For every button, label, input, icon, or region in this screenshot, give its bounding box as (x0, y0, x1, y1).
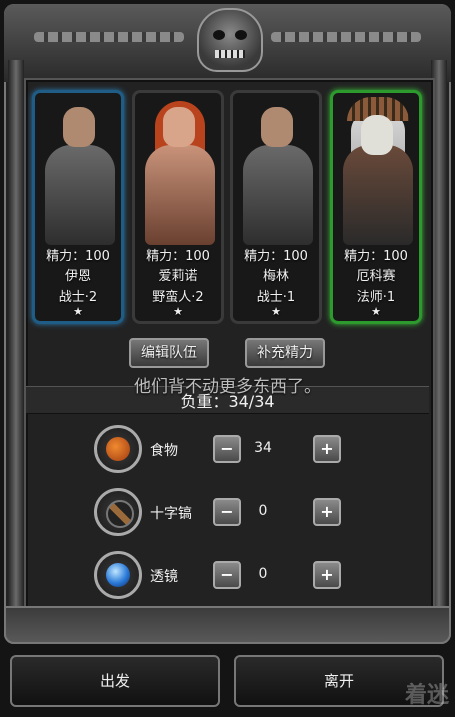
hero-name: 爱莉诺 (158, 269, 198, 284)
star-icon: ★ (371, 305, 381, 318)
hero-portrait (333, 93, 419, 245)
food-icon (94, 425, 142, 473)
hero-class: 战士·1 (256, 290, 296, 305)
hero-card-3[interactable]: 精力：100 梅林 战士·1 ★ (230, 90, 322, 324)
hero-portrait (135, 93, 221, 245)
hero-energy: 精力：100 (344, 249, 408, 264)
star-icon: ★ (271, 305, 281, 318)
skull-icon (197, 8, 263, 72)
hero-name: 厄科赛 (356, 269, 396, 284)
decrease-lens-button[interactable]: − (213, 561, 241, 589)
decrease-pickaxe-button[interactable]: − (213, 498, 241, 526)
increase-food-button[interactable]: + (313, 435, 341, 463)
hero-portrait (35, 93, 121, 245)
hero-portrait (233, 93, 319, 245)
hero-name: 梅林 (262, 269, 289, 284)
hero-card-4[interactable]: 精力：100 厄科赛 法师·1 ★ (330, 90, 422, 324)
supply-label: 食物 (150, 443, 178, 459)
supply-row-pickaxe: 十字镐 − 0 + (94, 488, 354, 538)
hero-class: 战士·2 (58, 290, 98, 305)
party-cards: 精力：100 伊恩 战士·2 ★ 精力：100 爱莉诺 野蛮人·2 ★ 精力：1… (32, 90, 423, 326)
supply-quantity: 0 (258, 566, 268, 582)
watermark-logo: 着迷 (404, 683, 449, 708)
frame-top-ornament (4, 4, 451, 82)
supply-quantity: 0 (258, 503, 268, 519)
depart-button[interactable]: 出发 (10, 655, 220, 707)
hero-card-2[interactable]: 精力：100 爱莉诺 野蛮人·2 ★ (132, 90, 224, 324)
decrease-food-button[interactable]: − (213, 435, 241, 463)
load-text: 负重：34/34 (180, 392, 275, 411)
hero-energy: 精力：100 (146, 249, 210, 264)
increase-pickaxe-button[interactable]: + (313, 498, 341, 526)
supply-label: 十字镐 (150, 506, 192, 522)
edit-team-button[interactable]: 编辑队伍 (129, 338, 209, 368)
increase-lens-button[interactable]: + (313, 561, 341, 589)
supply-row-food: 食物 − 34 + (94, 425, 354, 475)
hero-card-1[interactable]: 精力：100 伊恩 战士·2 ★ (32, 90, 124, 324)
hero-class: 法师·1 (356, 290, 396, 305)
hero-class: 野蛮人·2 (152, 290, 204, 305)
hero-name: 伊恩 (64, 269, 91, 284)
pickaxe-icon (94, 488, 142, 536)
pillar-left-decoration (8, 60, 24, 620)
chain-right-decoration (271, 32, 421, 42)
restore-energy-button[interactable]: 补充精力 (245, 338, 325, 368)
supply-quantity: 34 (254, 440, 272, 456)
supply-row-lens: 透镜 − 0 + (94, 551, 354, 601)
lens-icon (94, 551, 142, 599)
hero-energy: 精力：100 (46, 249, 110, 264)
hero-energy: 精力：100 (244, 249, 308, 264)
star-icon: ★ (173, 305, 183, 318)
chain-left-decoration (34, 32, 184, 42)
supply-label: 透镜 (150, 569, 178, 585)
frame-bottom-ornament (4, 606, 451, 644)
star-icon: ★ (73, 305, 83, 318)
